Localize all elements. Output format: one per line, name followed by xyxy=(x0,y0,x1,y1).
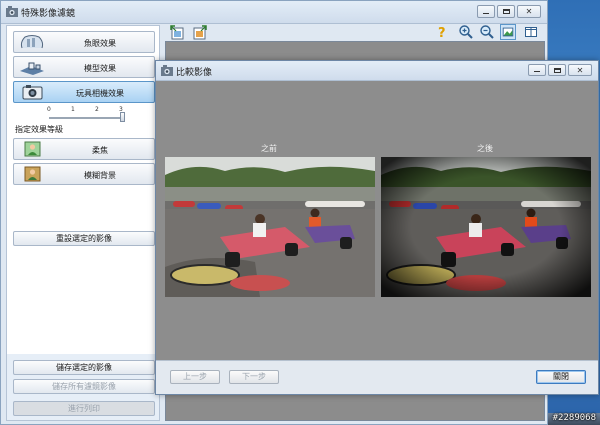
soft-focus-button[interactable]: 柔焦 xyxy=(13,138,155,160)
dialog-app-icon xyxy=(161,65,173,76)
miniature-icon xyxy=(20,62,44,75)
fisheye-effect-button[interactable]: 魚眼效果 xyxy=(13,31,155,53)
slider-tick: 2 xyxy=(95,106,99,113)
blur-background-icon xyxy=(24,166,41,182)
help-icon[interactable]: ? xyxy=(434,24,450,40)
soft-focus-label: 柔焦 xyxy=(92,146,108,155)
effect-level-slider-thumb[interactable] xyxy=(120,112,125,122)
miniature-effect-label: 模型效果 xyxy=(84,64,116,73)
go-kart-photo-before xyxy=(165,157,375,297)
save-all-filtered-images-button[interactable]: 儲存所有濾鏡影像 xyxy=(13,379,155,394)
close-icon: ✕ xyxy=(576,66,584,75)
previous-button[interactable]: 上一步 xyxy=(170,370,220,384)
slider-tick: 1 xyxy=(71,106,75,113)
dialog-titlebar[interactable]: 比較影像 ✕ xyxy=(156,61,598,81)
app-icon xyxy=(6,6,18,17)
watermark: #2289068 xyxy=(552,413,596,423)
miniature-effect-button[interactable]: 模型效果 xyxy=(13,56,155,78)
go-kart-photo-after xyxy=(381,157,591,297)
main-window-title: 特殊影像濾鏡 xyxy=(21,9,76,19)
after-image[interactable] xyxy=(381,157,591,297)
toy-camera-effect-label: 玩具相機效果 xyxy=(76,89,124,98)
fit-window-icon[interactable] xyxy=(500,24,516,40)
blur-background-label: 模糊背景 xyxy=(84,171,116,180)
soft-focus-icon xyxy=(24,141,41,157)
before-label: 之前 xyxy=(261,144,277,153)
toy-camera-icon xyxy=(22,85,43,100)
fisheye-icon xyxy=(20,35,44,49)
rotate-left-icon[interactable] xyxy=(169,24,185,40)
before-image[interactable] xyxy=(165,157,375,297)
save-actions-area: 儲存選定的影像 儲存所有濾鏡影像 進行列印 xyxy=(7,354,159,420)
minimize-icon xyxy=(534,71,540,72)
compare-images-dialog: 比較影像 ✕ 之前 之後 上一步 下一步 關閉 xyxy=(155,60,599,395)
minimize-button[interactable] xyxy=(477,5,495,18)
dialog-title: 比較影像 xyxy=(176,68,213,78)
close-dialog-button[interactable]: 關閉 xyxy=(536,370,586,384)
toy-camera-effect-button[interactable]: 玩具相機效果 xyxy=(13,81,155,103)
svg-text:?: ? xyxy=(438,26,446,40)
effects-panel: 魚眼效果 模型效果 玩具相機效果 0 1 2 3 指定效果等級 柔焦 模糊背景 … xyxy=(6,25,160,421)
dialog-minimize-button[interactable] xyxy=(528,64,546,76)
dialog-close-button[interactable]: ✕ xyxy=(568,64,592,76)
compare-view-icon[interactable] xyxy=(523,24,539,40)
dialog-maximize-button[interactable] xyxy=(548,64,566,76)
main-titlebar[interactable]: 特殊影像濾鏡 ✕ xyxy=(1,1,547,24)
reset-selected-image-button[interactable]: 重設選定的影像 xyxy=(13,231,155,246)
maximize-icon xyxy=(554,68,561,73)
fisheye-effect-label: 魚眼效果 xyxy=(84,39,116,48)
zoom-in-icon[interactable] xyxy=(458,24,474,40)
slider-tick: 0 xyxy=(47,106,51,113)
print-button[interactable]: 進行列印 xyxy=(13,401,155,416)
maximize-button[interactable] xyxy=(497,5,515,18)
maximize-icon xyxy=(503,9,510,14)
effect-level-slider-track[interactable] xyxy=(49,117,123,119)
after-label: 之後 xyxy=(477,144,493,153)
dialog-footer: 上一步 下一步 關閉 xyxy=(156,360,598,394)
save-selected-image-button[interactable]: 儲存選定的影像 xyxy=(13,360,155,375)
blur-background-button[interactable]: 模糊背景 xyxy=(13,163,155,185)
close-icon: ✕ xyxy=(525,7,533,16)
zoom-out-icon[interactable] xyxy=(479,24,495,40)
next-button[interactable]: 下一步 xyxy=(229,370,279,384)
rotate-right-icon[interactable] xyxy=(192,24,208,40)
effect-level-label: 指定效果等級 xyxy=(15,125,63,134)
close-button[interactable]: ✕ xyxy=(517,5,541,18)
minimize-icon xyxy=(483,13,489,14)
